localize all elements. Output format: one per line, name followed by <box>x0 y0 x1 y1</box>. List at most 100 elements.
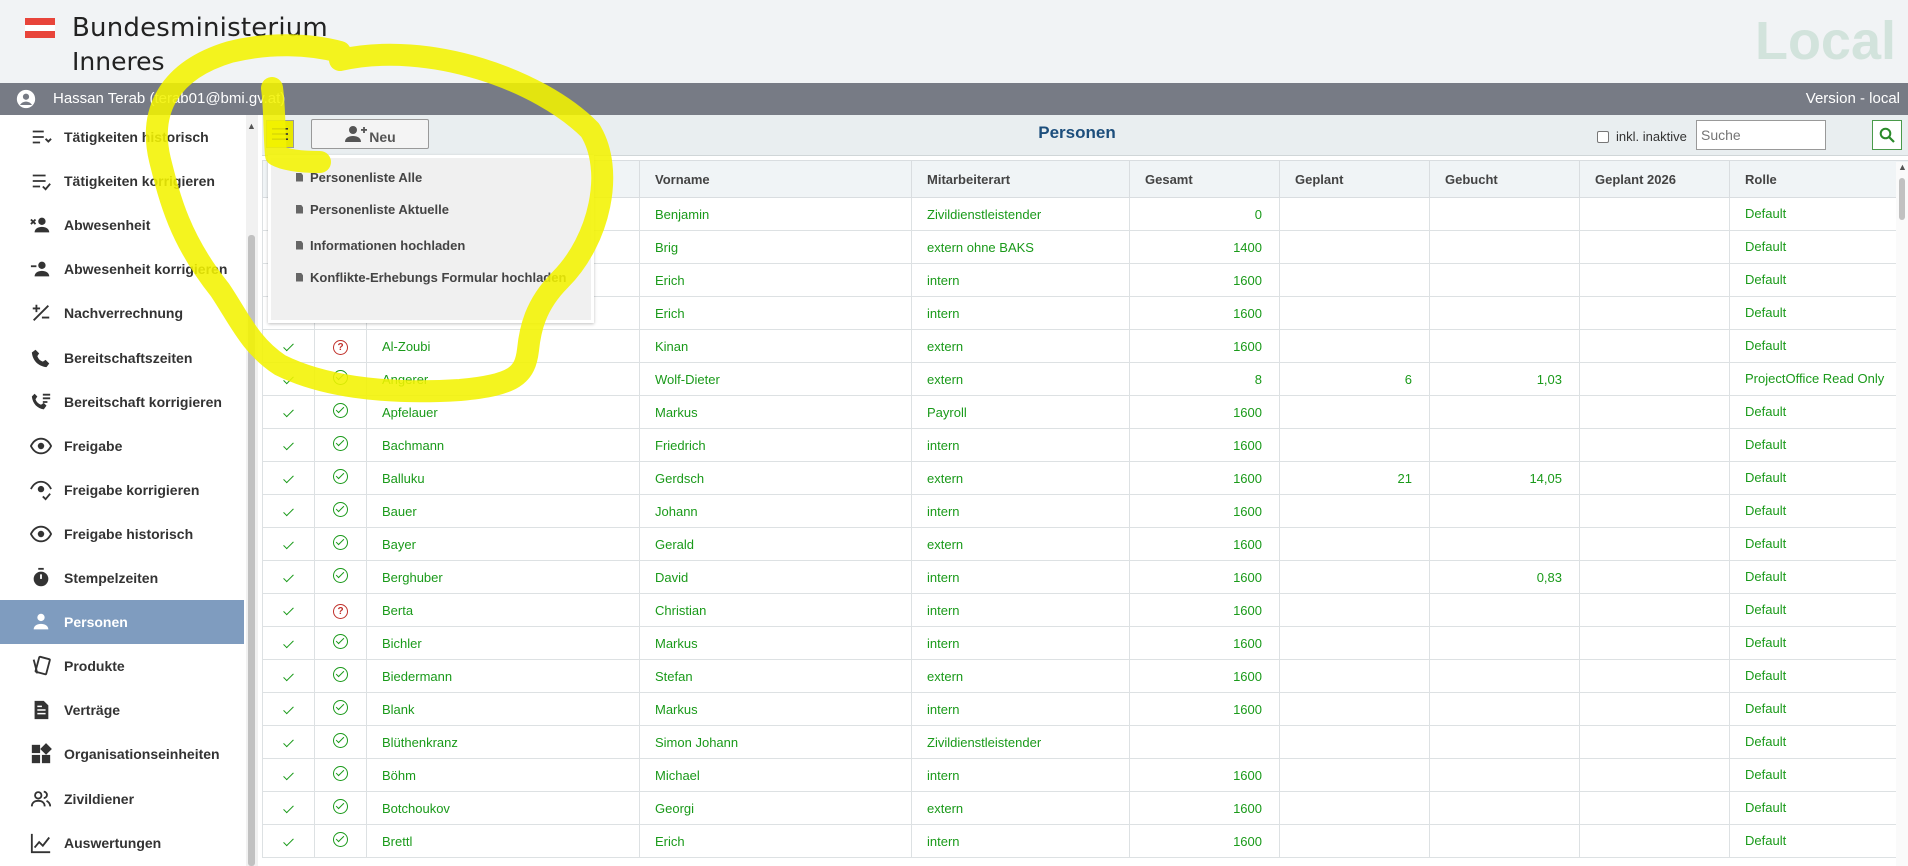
column-header[interactable]: Rolle <box>1729 160 1908 198</box>
table-row[interactable]: Blank Markus intern 1600 Default <box>262 692 1908 726</box>
sidebar-item-freigabe[interactable]: Freigabe <box>0 424 244 468</box>
cell-gebucht <box>1429 527 1580 561</box>
table-scrollbar-thumb[interactable] <box>1899 178 1905 220</box>
table-row[interactable]: Bachmann Friedrich intern 1600 Default <box>262 428 1908 462</box>
sidebar-item-personen[interactable]: Personen <box>0 600 244 645</box>
cell-rolle: Default <box>1729 725 1908 759</box>
table-scrollbar[interactable]: ▲ <box>1896 162 1908 866</box>
sidebar-item-freigabe-historisch[interactable]: Freigabe historisch <box>0 512 244 556</box>
table-row[interactable]: ? Berta Christian intern 1600 Default <box>262 593 1908 627</box>
cell-vorname: Christian <box>639 593 912 627</box>
cell-vorname: Gerdsch <box>639 461 912 495</box>
cell-rolle: Default <box>1729 461 1908 495</box>
cell-gesamt: 8 <box>1129 362 1280 396</box>
table-row[interactable]: Berghuber David intern 1600 0,83 Default <box>262 560 1908 594</box>
cell-gesamt: 1600 <box>1129 560 1280 594</box>
check-icon <box>283 769 294 780</box>
sidebar-item-label: Nachverrechnung <box>64 305 184 322</box>
inactive-checkbox[interactable] <box>1597 130 1609 143</box>
active-cell <box>262 824 315 858</box>
sidebar-item-freigabe-korrigieren[interactable]: Freigabe korrigieren <box>0 468 244 512</box>
status-cell <box>314 428 367 462</box>
sidebar-item-auswertungen[interactable]: Auswertungen <box>0 821 244 865</box>
check-circle-icon <box>333 502 348 517</box>
column-header[interactable]: Geplant <box>1279 160 1430 198</box>
status-cell <box>314 560 367 594</box>
search-input[interactable] <box>1696 120 1826 150</box>
table-row[interactable]: Blüthenkranz Simon Johann Zivildienstleist… <box>262 725 1908 759</box>
sidebar-item-label: Produkte <box>64 658 125 675</box>
check-icon <box>283 505 294 516</box>
table-row[interactable]: ? Al-Zoubi Kinan extern 1600 Default <box>262 329 1908 363</box>
cell-art: intern <box>911 296 1130 330</box>
sidebar-item-stempelzeiten[interactable]: Stempelzeiten <box>0 556 244 600</box>
table-row[interactable]: Böhm Michael intern 1600 Default <box>262 758 1908 792</box>
table-row[interactable]: Bauer Johann intern 1600 Default <box>262 494 1908 528</box>
new-person-button[interactable]: Neu <box>311 119 429 149</box>
cell-geplant <box>1279 395 1430 429</box>
cell-vorname: Brig <box>639 230 912 264</box>
sidebar-item-label: Freigabe korrigieren <box>64 481 200 498</box>
inactive-filter[interactable]: inkl. inaktive <box>1597 129 1687 144</box>
cell-name: Böhm <box>366 758 640 792</box>
sidebar-item-nachverrechnung[interactable]: Nachverrechnung <box>0 291 244 335</box>
cell-gesamt: 1600 <box>1129 395 1280 429</box>
table-row[interactable]: Bichler Markus intern 1600 Default <box>262 626 1908 660</box>
menu-item-label: Personenliste Aktuelle <box>310 201 449 217</box>
check-circle-icon <box>333 832 348 847</box>
list-check-icon <box>29 169 53 193</box>
table-row[interactable]: Angerer Wolf-Dieter extern 8 6 1,03 ProjectOff… <box>262 362 1908 396</box>
cell-gesamt: 1600 <box>1129 329 1280 363</box>
column-header[interactable]: Gebucht <box>1429 160 1580 198</box>
table-row[interactable]: Balluku Gerdsch extern 1600 21 14,05 Default <box>262 461 1908 495</box>
cell-name: Apfelauer <box>366 395 640 429</box>
scroll-up-icon[interactable]: ▲ <box>247 121 256 131</box>
table-row[interactable]: Brettl Erich intern 1600 Default <box>262 824 1908 858</box>
table-row[interactable]: Botchoukov Georgi extern 1600 Default <box>262 791 1908 825</box>
cell-geplant <box>1279 593 1430 627</box>
sidebar-item-organisationseinheiten[interactable]: Organisationseinheiten <box>0 732 244 776</box>
table-row[interactable]: Apfelauer Markus Payroll 1600 Default <box>262 395 1908 429</box>
sidebar-item-abwesenheit[interactable]: Abwesenheit <box>0 203 244 247</box>
cell-geplant2026 <box>1579 692 1730 726</box>
org-units-icon <box>29 742 53 766</box>
menu-button[interactable] <box>266 120 294 148</box>
table-scroll-up-icon[interactable]: ▲ <box>1898 162 1907 172</box>
cell-name: Bayer <box>366 527 640 561</box>
sidebar-item-tätigkeiten-historisch[interactable]: Tätigkeiten historisch <box>0 115 244 159</box>
sidebar-item-verträge[interactable]: Verträge <box>0 688 244 732</box>
cell-rolle: Default <box>1729 296 1908 330</box>
sidebar-item-zivildiener[interactable]: Zivildiener <box>0 777 244 821</box>
active-cell <box>262 395 315 429</box>
sidebar-item-bereitschaftszeiten[interactable]: Bereitschaftszeiten <box>0 336 244 380</box>
sidebar-item-tätigkeiten-korrigieren[interactable]: Tätigkeiten korrigieren <box>0 159 244 203</box>
column-header[interactable]: Geplant 2026 <box>1579 160 1730 198</box>
table-row[interactable]: Bayer Gerald extern 1600 Default <box>262 527 1908 561</box>
sidebar-item-bereitschaft-korrigieren[interactable]: Bereitschaft korrigieren <box>0 380 244 424</box>
sidebar-item-abwesenheit-korrigieren[interactable]: Abwesenheit korrigieren <box>0 247 244 291</box>
environment-label: Local <box>1754 11 1896 71</box>
cell-art: extern <box>911 791 1130 825</box>
chart-icon <box>29 831 53 855</box>
menu-item[interactable]: Konflikte-Erhebungs Formular hochladen <box>271 258 591 296</box>
cell-gesamt <box>1129 725 1280 759</box>
sidebar-scrollbar[interactable]: ▲ <box>246 115 258 866</box>
cell-art: Zivildienstleistender <box>911 725 1130 759</box>
menu-item[interactable]: Personenliste Aktuelle <box>271 190 591 228</box>
column-header[interactable]: Mitarbeiterart <box>911 160 1130 198</box>
cell-geplant <box>1279 329 1430 363</box>
column-header[interactable]: Gesamt <box>1129 160 1280 198</box>
sidebar-scrollbar-thumb[interactable] <box>248 235 255 866</box>
version-label: Version - local <box>1805 90 1900 107</box>
search-button[interactable] <box>1872 120 1902 150</box>
cell-art: intern <box>911 824 1130 858</box>
column-header[interactable]: Vorname <box>639 160 912 198</box>
table-row[interactable]: Biedermann Stefan extern 1600 Default <box>262 659 1908 693</box>
cell-gesamt: 1600 <box>1129 263 1280 297</box>
brand-line1: Bundesministerium <box>72 13 328 43</box>
cell-name: Botchoukov <box>366 791 640 825</box>
account-circle-icon[interactable] <box>15 88 37 110</box>
cell-geplant2026 <box>1579 362 1730 396</box>
sidebar-item-produkte[interactable]: Produkte <box>0 644 244 688</box>
cell-gebucht <box>1429 692 1580 726</box>
